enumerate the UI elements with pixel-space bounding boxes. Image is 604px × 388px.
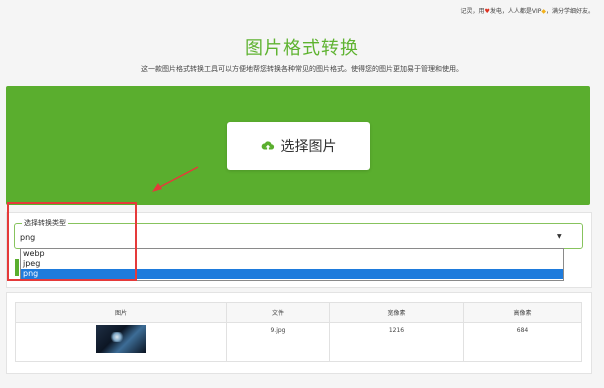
notice-text-2: 发电，人人都是VIP	[489, 8, 542, 15]
col-header-file: 文件	[226, 302, 330, 323]
height-cell: 684	[463, 322, 582, 362]
select-image-button[interactable]: 选择图片	[227, 122, 370, 170]
file-cell: 9.jpg	[226, 322, 330, 362]
width-cell: 1216	[329, 322, 464, 362]
notice-text-3: ，满分学细好友。	[545, 8, 594, 15]
col-header-height: 高像素	[463, 302, 582, 323]
annotation-arrow-icon	[152, 166, 199, 192]
page-title: 图片格式转换	[245, 38, 359, 59]
annotation-highlight-box	[7, 202, 137, 281]
file-table: 图片 文件 宽像素 高像素 9.jpg 1216 684	[15, 302, 582, 362]
col-header-width: 宽像素	[329, 302, 464, 323]
notice-text-1: 记灵，用	[460, 8, 485, 15]
select-image-label: 选择图片	[280, 139, 337, 155]
caret-down-icon[interactable]: ▼	[557, 233, 562, 240]
image-cell	[15, 322, 227, 362]
table-row: 9.jpg 1216 684	[15, 322, 582, 362]
cloud-upload-icon	[261, 141, 274, 150]
page-subtitle: 这一款图片格式转换工具可以方便地帮您转换各种常见的图片格式。使得您的图片更加易于…	[141, 65, 463, 73]
top-notice: 记灵，用♥发电，人人都是VIP◆，满分学细好友。	[460, 6, 594, 15]
image-thumbnail	[96, 325, 146, 353]
col-header-image: 图片	[15, 302, 227, 323]
